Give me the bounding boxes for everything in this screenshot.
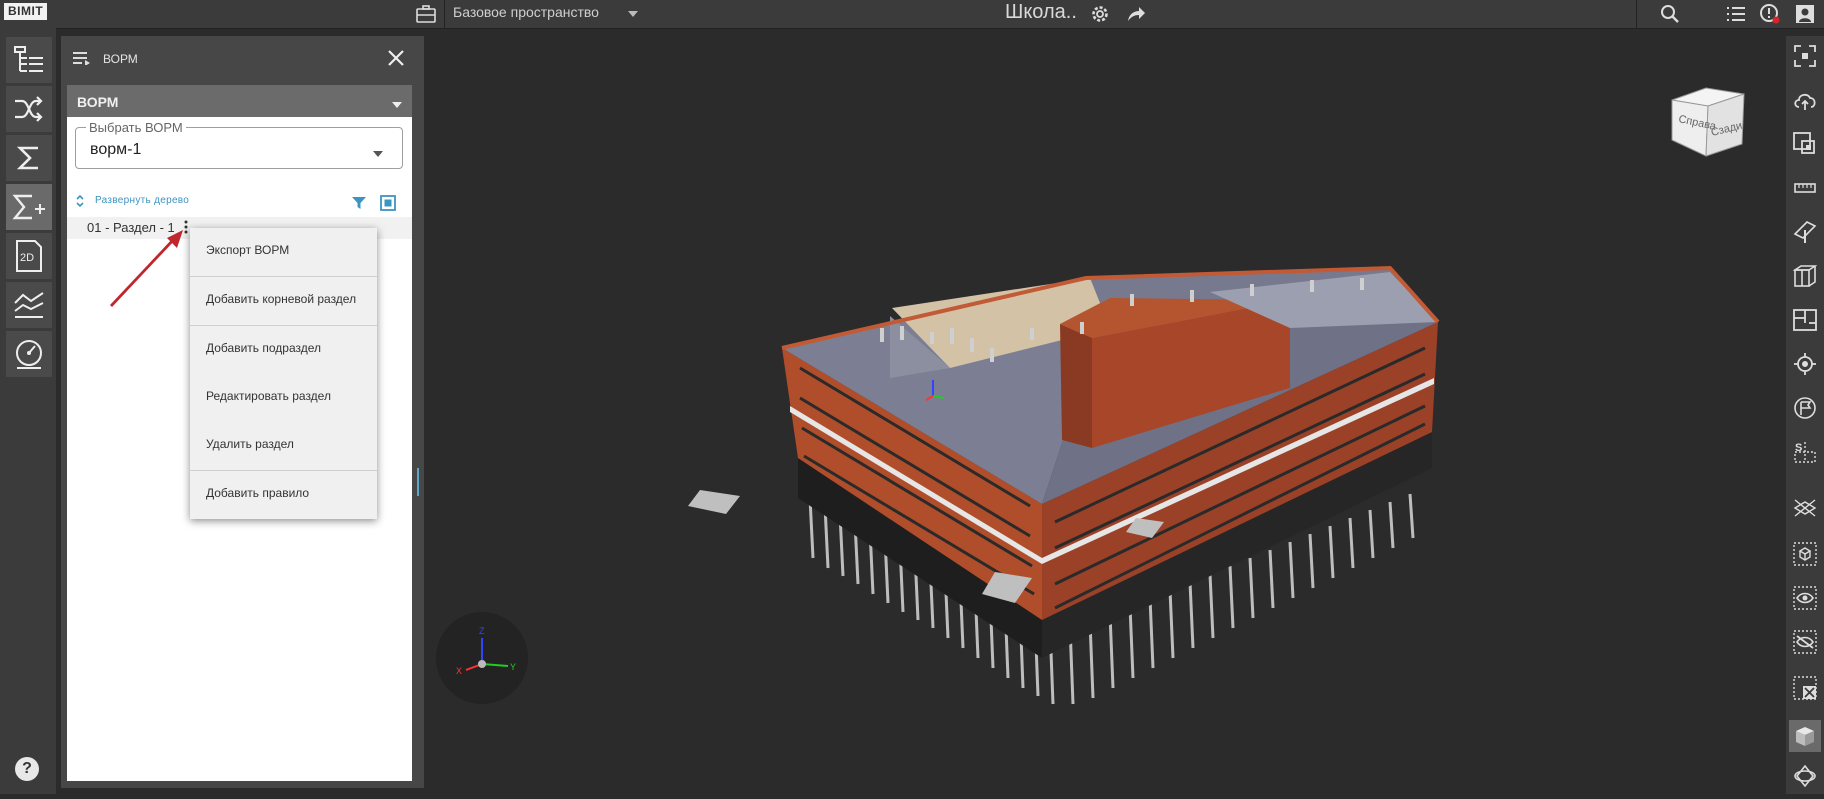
axis-z-label: Z	[479, 626, 485, 636]
top-divider	[444, 0, 445, 28]
panel-resize-handle[interactable]	[417, 468, 419, 496]
fit-view-icon[interactable]	[1793, 44, 1817, 68]
menu-divider	[190, 276, 377, 277]
plan-2d-icon[interactable]: 2D	[6, 233, 52, 279]
list-icon[interactable]	[1724, 2, 1748, 26]
tree-icon[interactable]	[6, 37, 52, 83]
menu-item-add-subsection[interactable]: Добавить подраздел	[190, 329, 377, 369]
section-title: ВОРМ	[77, 94, 119, 110]
expand-tree-label: Развернуть дерево	[95, 195, 190, 206]
cross-section-icon[interactable]	[1793, 494, 1817, 518]
menu-item-export[interactable]: Экспорт ВОРМ	[190, 231, 377, 271]
menu-divider	[190, 470, 377, 471]
3d-viewport[interactable]: Справа Сзади Z Y X	[430, 28, 1786, 794]
annotation-arrow	[109, 230, 183, 307]
vorm-select-value: ворм-1	[90, 141, 142, 158]
orbit-icon[interactable]	[1793, 764, 1817, 788]
top-bar: BIMIT Базовое пространство Школа..	[0, 0, 1824, 29]
caret-down-icon[interactable]	[391, 96, 403, 114]
solid-view-icon[interactable]	[1789, 720, 1821, 752]
sum-plus-icon[interactable]	[6, 184, 52, 230]
briefcase-icon[interactable]	[414, 2, 438, 26]
context-menu: Экспорт ВОРМ Добавить корневой раздел До…	[190, 228, 377, 519]
unfold-icon	[75, 194, 85, 213]
section-plane-icon[interactable]	[1793, 220, 1817, 244]
cloud-upload-icon[interactable]	[1793, 88, 1817, 112]
axis-y-label: Y	[510, 662, 516, 672]
sum-icon[interactable]	[6, 135, 52, 181]
hide-icon[interactable]	[1793, 630, 1817, 654]
menu-item-add-rule[interactable]: Добавить правило	[190, 474, 377, 514]
top-divider	[1636, 0, 1637, 28]
viewcube[interactable]: Справа Сзади	[1666, 78, 1750, 158]
transform-icon[interactable]: S	[1793, 440, 1817, 464]
workspace-selector[interactable]: Базовое пространство	[453, 4, 599, 20]
axis-gizmo: Z Y X	[436, 612, 528, 704]
panel-header: ВОРМ	[61, 36, 424, 82]
notification-icon[interactable]	[1758, 2, 1782, 26]
select-all-icon[interactable]	[380, 195, 396, 216]
help-button[interactable]: ?	[15, 757, 39, 781]
section-header[interactable]: ВОРМ	[67, 85, 412, 117]
section-box-icon[interactable]	[1793, 264, 1817, 288]
svg-text:2D: 2D	[20, 252, 34, 264]
select-area-icon[interactable]	[1793, 132, 1817, 156]
building-model[interactable]	[430, 28, 1786, 794]
show-icon[interactable]	[1793, 586, 1817, 610]
left-toolbar: 2D ?	[0, 28, 56, 794]
gauge-icon[interactable]	[6, 331, 52, 377]
clear-selection-icon[interactable]	[1793, 676, 1817, 700]
shuffle-icon[interactable]	[6, 86, 52, 132]
menu-lines-icon[interactable]	[73, 51, 91, 70]
user-icon[interactable]	[1793, 2, 1817, 26]
gear-icon[interactable]	[1088, 2, 1112, 26]
vorm-select-label: Выбрать ВОРМ	[86, 120, 186, 135]
filter-icon[interactable]	[352, 196, 366, 215]
chevron-down-icon[interactable]	[626, 6, 640, 24]
flag-icon[interactable]	[1793, 396, 1817, 420]
ruler-icon[interactable]	[1793, 176, 1817, 200]
menu-item-delete-section[interactable]: Удалить раздел	[190, 425, 377, 465]
project-title: Школа..	[1005, 1, 1077, 23]
search-icon[interactable]	[1658, 2, 1682, 26]
menu-item-add-root-section[interactable]: Добавить корневой раздел	[190, 280, 377, 320]
right-toolbar: S	[1786, 36, 1824, 794]
menu-item-edit-section[interactable]: Редактировать раздел	[190, 377, 377, 417]
target-icon[interactable]	[1793, 352, 1817, 376]
axis-x-label: X	[456, 666, 462, 676]
menu-divider	[190, 325, 377, 326]
box-select-icon[interactable]	[1793, 542, 1817, 566]
caret-down-icon[interactable]	[372, 145, 384, 163]
chart-lines-icon[interactable]	[6, 282, 52, 328]
share-icon[interactable]	[1124, 2, 1148, 26]
panel-title: ВОРМ	[103, 52, 138, 66]
close-icon[interactable]	[387, 49, 405, 72]
vorm-select[interactable]: Выбрать ВОРМ ворм-1	[75, 120, 403, 169]
app-logo: BIMIT	[4, 3, 48, 20]
floor-plan-icon[interactable]	[1793, 308, 1817, 332]
